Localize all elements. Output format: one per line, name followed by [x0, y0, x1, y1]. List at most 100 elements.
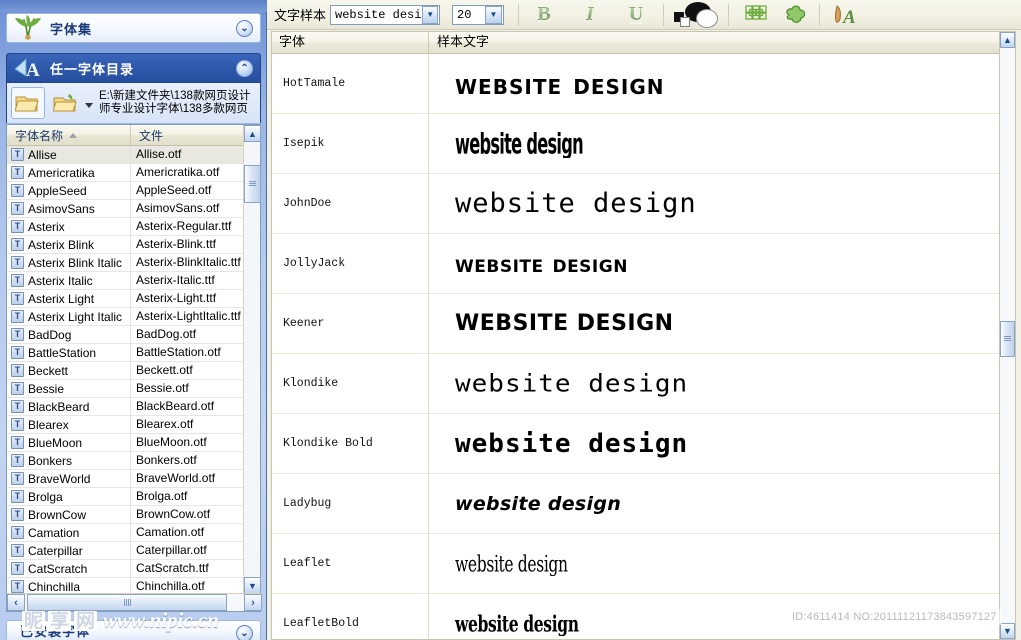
section-header-fontset[interactable]: 字体集 ⌄	[6, 13, 261, 43]
main-vertical-scrollbar[interactable]: ▲ ▼	[999, 31, 1016, 640]
table-row[interactable]: Keener WEBSITE DESIGN	[272, 293, 1006, 354]
font-list-header: 字体名称 文件	[7, 125, 260, 146]
list-item[interactable]: T Asterix Light Italic Asterix-LightItalic…	[7, 308, 244, 325]
list-item-name-cell: T Americratika	[7, 164, 131, 181]
scroll-down-button[interactable]: ▼	[244, 577, 261, 594]
list-item[interactable]: T Asterix Light Asterix-Light.ttf	[7, 290, 244, 307]
list-item[interactable]: T Bonkers Bonkers.otf	[7, 452, 244, 469]
grid-view-button[interactable]	[741, 2, 771, 28]
toolbar: 文字样本 website desig ▼ 20 ▼ B I U A	[267, 0, 1021, 30]
column-header-font[interactable]: 字体	[272, 31, 429, 54]
column-header-file[interactable]: 文件	[131, 125, 246, 145]
sample-text-input[interactable]: website desig ▼	[330, 4, 441, 25]
table-row[interactable]: Leaflet website design	[272, 533, 1006, 594]
color-swatch-button[interactable]	[672, 1, 722, 28]
foreground-background-color-icon	[674, 1, 720, 28]
truetype-font-icon: T	[11, 148, 24, 161]
list-item-name-cell: T Chinchilla	[7, 578, 131, 594]
chevron-up-icon[interactable]: ⌃	[236, 60, 253, 77]
sample-table-rows[interactable]: HotTamale website design Isepik website des…	[271, 54, 1007, 640]
table-row[interactable]: JohnDoe website design	[272, 173, 1006, 234]
bold-button[interactable]: B	[529, 2, 559, 28]
list-item-name: BraveWorld	[28, 471, 91, 486]
grip-icon	[123, 599, 131, 606]
section-header-installed-fonts[interactable]: 已安装字体 ⌄	[6, 620, 261, 640]
chevron-down-icon[interactable]: ⌄	[236, 625, 253, 640]
list-item-name: Asterix Italic	[28, 273, 93, 288]
scroll-track[interactable]	[244, 142, 260, 577]
font-list-horizontal-scrollbar[interactable]: ‹ ›	[7, 593, 262, 611]
hscroll-thumb[interactable]	[27, 594, 227, 611]
caret-down-icon[interactable]	[85, 102, 93, 108]
table-row[interactable]: Ladybug website design	[272, 473, 1006, 534]
underline-button[interactable]: U	[621, 2, 651, 28]
list-item[interactable]: T CatScratch CatScratch.ttf	[7, 560, 244, 577]
list-item[interactable]: T AppleSeed AppleSeed.otf	[7, 182, 244, 199]
list-item[interactable]: T Camation Camation.otf	[7, 524, 244, 541]
hscroll-track[interactable]	[25, 594, 244, 611]
list-item[interactable]: T BrownCow BrownCow.otf	[7, 506, 244, 523]
list-item[interactable]: T Brolga Brolga.otf	[7, 488, 244, 505]
list-item[interactable]: T BattleStation BattleStation.otf	[7, 344, 244, 361]
scroll-thumb[interactable]	[1000, 321, 1015, 357]
shape-view-button[interactable]	[781, 2, 811, 28]
column-header-fontname-label: 字体名称	[15, 128, 64, 143]
font-folder-button[interactable]	[49, 87, 83, 119]
font-list-rows[interactable]: T Allise Allise.otf T Americratika Americrati…	[7, 146, 244, 594]
toolbar-divider	[728, 3, 730, 26]
column-header-sample[interactable]: 样本文字	[429, 31, 489, 54]
list-item[interactable]: T Bessie Bessie.otf	[7, 380, 244, 397]
font-list-vertical-scrollbar[interactable]: ▲ ▼	[243, 125, 261, 594]
list-item[interactable]: T Beckett Beckett.otf	[7, 362, 244, 379]
list-item[interactable]: T Asterix Asterix-Regular.ttf	[7, 218, 244, 235]
list-item[interactable]: T Asterix Blink Italic Asterix-BlinkItalic…	[7, 254, 244, 271]
list-item-name-cell: T Bessie	[7, 380, 131, 397]
open-folder-icon	[15, 96, 39, 112]
list-item[interactable]: T Allise Allise.otf	[7, 146, 244, 163]
list-item-name-cell: T CatScratch	[7, 560, 131, 577]
list-item-name: Caterpillar	[28, 543, 83, 558]
list-item[interactable]: T Caterpillar Caterpillar.otf	[7, 542, 244, 559]
font-sample-button[interactable]: A	[830, 2, 864, 28]
list-item[interactable]: T BraveWorld BraveWorld.otf	[7, 470, 244, 487]
list-item-name: Bonkers	[28, 453, 73, 468]
list-item-name-cell: T BraveWorld	[7, 470, 131, 487]
chevron-down-icon[interactable]: ▼	[485, 5, 503, 24]
list-item-name: BlueMoon	[28, 435, 83, 450]
sort-ascending-icon	[69, 132, 78, 138]
list-item[interactable]: T Blearex Blearex.otf	[7, 416, 244, 433]
open-folder-button[interactable]	[11, 87, 45, 119]
scroll-down-button[interactable]: ▼	[1000, 623, 1015, 639]
list-item-name: Brolga	[28, 489, 63, 504]
list-item[interactable]: T BlackBeard BlackBeard.otf	[7, 398, 244, 415]
directory-path-text: E:\新建文件夹\138款网页设计师专业设计字体\138多款网页	[99, 90, 251, 115]
column-header-fontname[interactable]: 字体名称	[7, 125, 131, 145]
list-item-name-cell: T Asterix Italic	[7, 272, 131, 289]
chevron-down-icon[interactable]: ⌄	[236, 20, 253, 37]
list-item[interactable]: T AsimovSans AsimovSans.otf	[7, 200, 244, 217]
list-item[interactable]: T BlueMoon BlueMoon.otf	[7, 434, 244, 451]
truetype-font-icon: T	[11, 292, 24, 305]
list-item[interactable]: T Chinchilla Chinchilla.otf	[7, 578, 244, 594]
table-row[interactable]: LeafletBold website design	[272, 593, 1006, 639]
list-item[interactable]: T Asterix Italic Asterix-Italic.ttf	[7, 272, 244, 289]
list-item[interactable]: T BadDog BadDog.otf	[7, 326, 244, 343]
table-row[interactable]: HotTamale website design	[272, 54, 1006, 114]
sample-text-label: 文字样本	[274, 8, 327, 23]
scroll-left-button[interactable]: ‹	[7, 594, 25, 611]
list-item[interactable]: T Americratika Americratika.otf	[7, 164, 244, 181]
chevron-down-icon[interactable]: ▼	[422, 5, 439, 24]
table-row[interactable]: Klondike Bold website design	[272, 413, 1006, 474]
table-row[interactable]: Klondike website design	[272, 353, 1006, 414]
scroll-up-button[interactable]: ▲	[244, 125, 261, 142]
italic-button[interactable]: I	[575, 2, 605, 28]
list-item[interactable]: T Asterix Blink Asterix-Blink.ttf	[7, 236, 244, 253]
font-size-select[interactable]: 20 ▼	[452, 4, 505, 25]
table-row[interactable]: Isepik website design	[272, 113, 1006, 174]
scroll-up-button[interactable]: ▲	[1000, 32, 1015, 48]
scroll-thumb[interactable]	[244, 165, 261, 203]
section-header-directory[interactable]: A 任一字体目录 ⌃	[6, 53, 261, 83]
list-item-name: BattleStation	[28, 345, 97, 360]
scroll-right-button[interactable]: ›	[244, 594, 262, 611]
table-row[interactable]: JollyJack website design	[272, 233, 1006, 294]
